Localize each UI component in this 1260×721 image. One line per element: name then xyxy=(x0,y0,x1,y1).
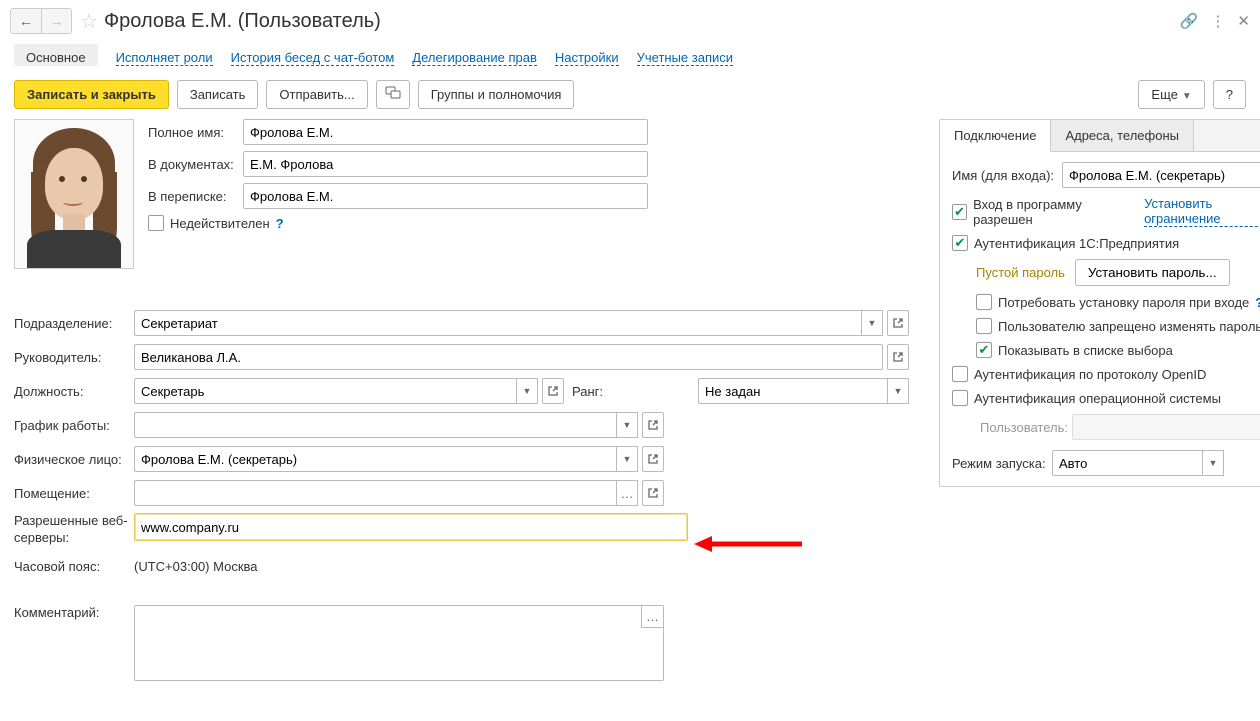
webservers-input[interactable] xyxy=(134,513,688,541)
tab-main[interactable]: Основное xyxy=(14,44,98,66)
room-input[interactable] xyxy=(134,480,616,506)
comment-input[interactable] xyxy=(134,605,664,681)
nav-forward-button[interactable]: → xyxy=(41,9,71,33)
nav-tabs: Основное Исполняет роли История бесед с … xyxy=(0,38,1260,66)
mode-label: Режим запуска: xyxy=(952,456,1052,471)
annotation-arrow-icon xyxy=(694,532,804,556)
inactive-help-icon[interactable]: ? xyxy=(276,216,284,231)
room-select-button[interactable] xyxy=(616,480,638,506)
rank-dropdown-button[interactable] xyxy=(887,378,909,404)
tab-accounts[interactable]: Учетные записи xyxy=(637,44,733,66)
schedule-dropdown-button[interactable] xyxy=(616,412,638,438)
page-title: Фролова Е.М. (Пользователь) xyxy=(104,10,1180,33)
more-button[interactable]: Еще▼ xyxy=(1138,80,1204,109)
login-label: Имя (для входа): xyxy=(952,168,1062,183)
auth1c-checkbox[interactable] xyxy=(952,235,968,251)
dept-label: Подразделение: xyxy=(14,316,134,331)
no-change-label: Пользователю запрещено изменять пароль xyxy=(998,319,1260,334)
room-label: Помещение: xyxy=(14,486,134,501)
mode-dropdown-button[interactable] xyxy=(1202,450,1224,476)
nav-buttons: ← → xyxy=(10,8,72,34)
tz-value: (UTC+03:00) Москва xyxy=(134,555,258,578)
allowed-checkbox[interactable] xyxy=(952,204,967,220)
favorite-star-icon[interactable]: ☆ xyxy=(80,9,98,34)
save-button[interactable]: Записать xyxy=(177,80,259,109)
chat-icon-button[interactable] xyxy=(376,80,410,109)
dept-input[interactable] xyxy=(134,310,861,336)
no-change-checkbox[interactable] xyxy=(976,318,992,334)
indocs-input[interactable] xyxy=(243,151,648,177)
tab-connection[interactable]: Подключение xyxy=(940,120,1051,152)
person-open-button[interactable] xyxy=(642,446,664,472)
fullname-input[interactable] xyxy=(243,119,648,145)
tab-delegation[interactable]: Делегирование прав xyxy=(412,44,537,66)
allowed-label: Вход в программу разрешен xyxy=(973,197,1134,227)
dept-dropdown-button[interactable] xyxy=(861,310,883,336)
login-input[interactable] xyxy=(1062,162,1260,188)
comment-expand-button[interactable] xyxy=(641,606,663,628)
empty-password-label: Пустой пароль xyxy=(976,265,1065,280)
groups-button[interactable]: Группы и полномочия xyxy=(418,80,575,109)
show-list-checkbox[interactable] xyxy=(976,342,992,358)
position-label: Должность: xyxy=(14,384,134,399)
position-open-button[interactable] xyxy=(542,378,564,404)
auth-openid-checkbox[interactable] xyxy=(952,366,968,382)
mode-input[interactable] xyxy=(1052,450,1202,476)
link-icon[interactable]: 🔗 xyxy=(1180,12,1199,30)
connection-panel: Подключение Адреса, телефоны Имя (для вх… xyxy=(939,119,1260,487)
restrict-link[interactable]: Установить ограничение xyxy=(1144,196,1260,227)
os-user-label: Пользователь: xyxy=(976,420,1072,435)
require-pwd-label: Потребовать установку пароля при входе xyxy=(998,295,1249,310)
auth-openid-label: Аутентификация по протоколу OpenID xyxy=(974,367,1206,382)
kebab-menu-icon[interactable]: ⋮ xyxy=(1210,12,1225,30)
manager-open-button[interactable] xyxy=(887,344,909,370)
help-button[interactable]: ? xyxy=(1213,80,1246,109)
require-pwd-checkbox[interactable] xyxy=(976,294,992,310)
fullname-label: Полное имя: xyxy=(148,125,243,140)
inactive-label: Недействителен xyxy=(170,216,270,231)
person-dropdown-button[interactable] xyxy=(616,446,638,472)
chat-icon xyxy=(385,86,401,100)
set-password-button[interactable]: Установить пароль... xyxy=(1075,259,1230,286)
send-button[interactable]: Отправить... xyxy=(266,80,367,109)
user-photo[interactable] xyxy=(14,119,134,269)
inactive-checkbox[interactable] xyxy=(148,215,164,231)
inmail-input[interactable] xyxy=(243,183,648,209)
position-dropdown-button[interactable] xyxy=(516,378,538,404)
tab-chat-history[interactable]: История бесед с чат-ботом xyxy=(231,44,395,66)
indocs-label: В документах: xyxy=(148,157,243,172)
auth-os-label: Аутентификация операционной системы xyxy=(974,391,1221,406)
auth-os-checkbox[interactable] xyxy=(952,390,968,406)
position-input[interactable] xyxy=(134,378,516,404)
schedule-open-button[interactable] xyxy=(642,412,664,438)
rank-label: Ранг: xyxy=(572,384,692,399)
schedule-label: График работы: xyxy=(14,418,134,433)
webservers-label: Разрешенные веб-серверы: xyxy=(14,513,134,547)
require-pwd-help-icon[interactable]: ? xyxy=(1255,295,1260,310)
tab-addresses[interactable]: Адреса, телефоны xyxy=(1051,120,1194,151)
show-list-label: Показывать в списке выбора xyxy=(998,343,1173,358)
person-label: Физическое лицо: xyxy=(14,452,134,467)
auth1c-label: Аутентификация 1С:Предприятия xyxy=(974,236,1179,251)
dept-open-button[interactable] xyxy=(887,310,909,336)
manager-input[interactable] xyxy=(134,344,883,370)
tz-label: Часовой пояс: xyxy=(14,559,134,574)
nav-back-button[interactable]: ← xyxy=(11,9,41,33)
schedule-input[interactable] xyxy=(134,412,616,438)
close-icon[interactable]: ✕ xyxy=(1237,12,1250,30)
tab-settings[interactable]: Настройки xyxy=(555,44,619,66)
inmail-label: В переписке: xyxy=(148,189,243,204)
save-close-button[interactable]: Записать и закрыть xyxy=(14,80,169,109)
manager-label: Руководитель: xyxy=(14,350,134,365)
room-open-button[interactable] xyxy=(642,480,664,506)
os-user-input xyxy=(1072,414,1260,440)
rank-input[interactable] xyxy=(698,378,887,404)
toolbar: Записать и закрыть Записать Отправить...… xyxy=(0,66,1260,119)
person-input[interactable] xyxy=(134,446,616,472)
tab-roles[interactable]: Исполняет роли xyxy=(116,44,213,66)
comment-label: Комментарий: xyxy=(14,605,134,620)
